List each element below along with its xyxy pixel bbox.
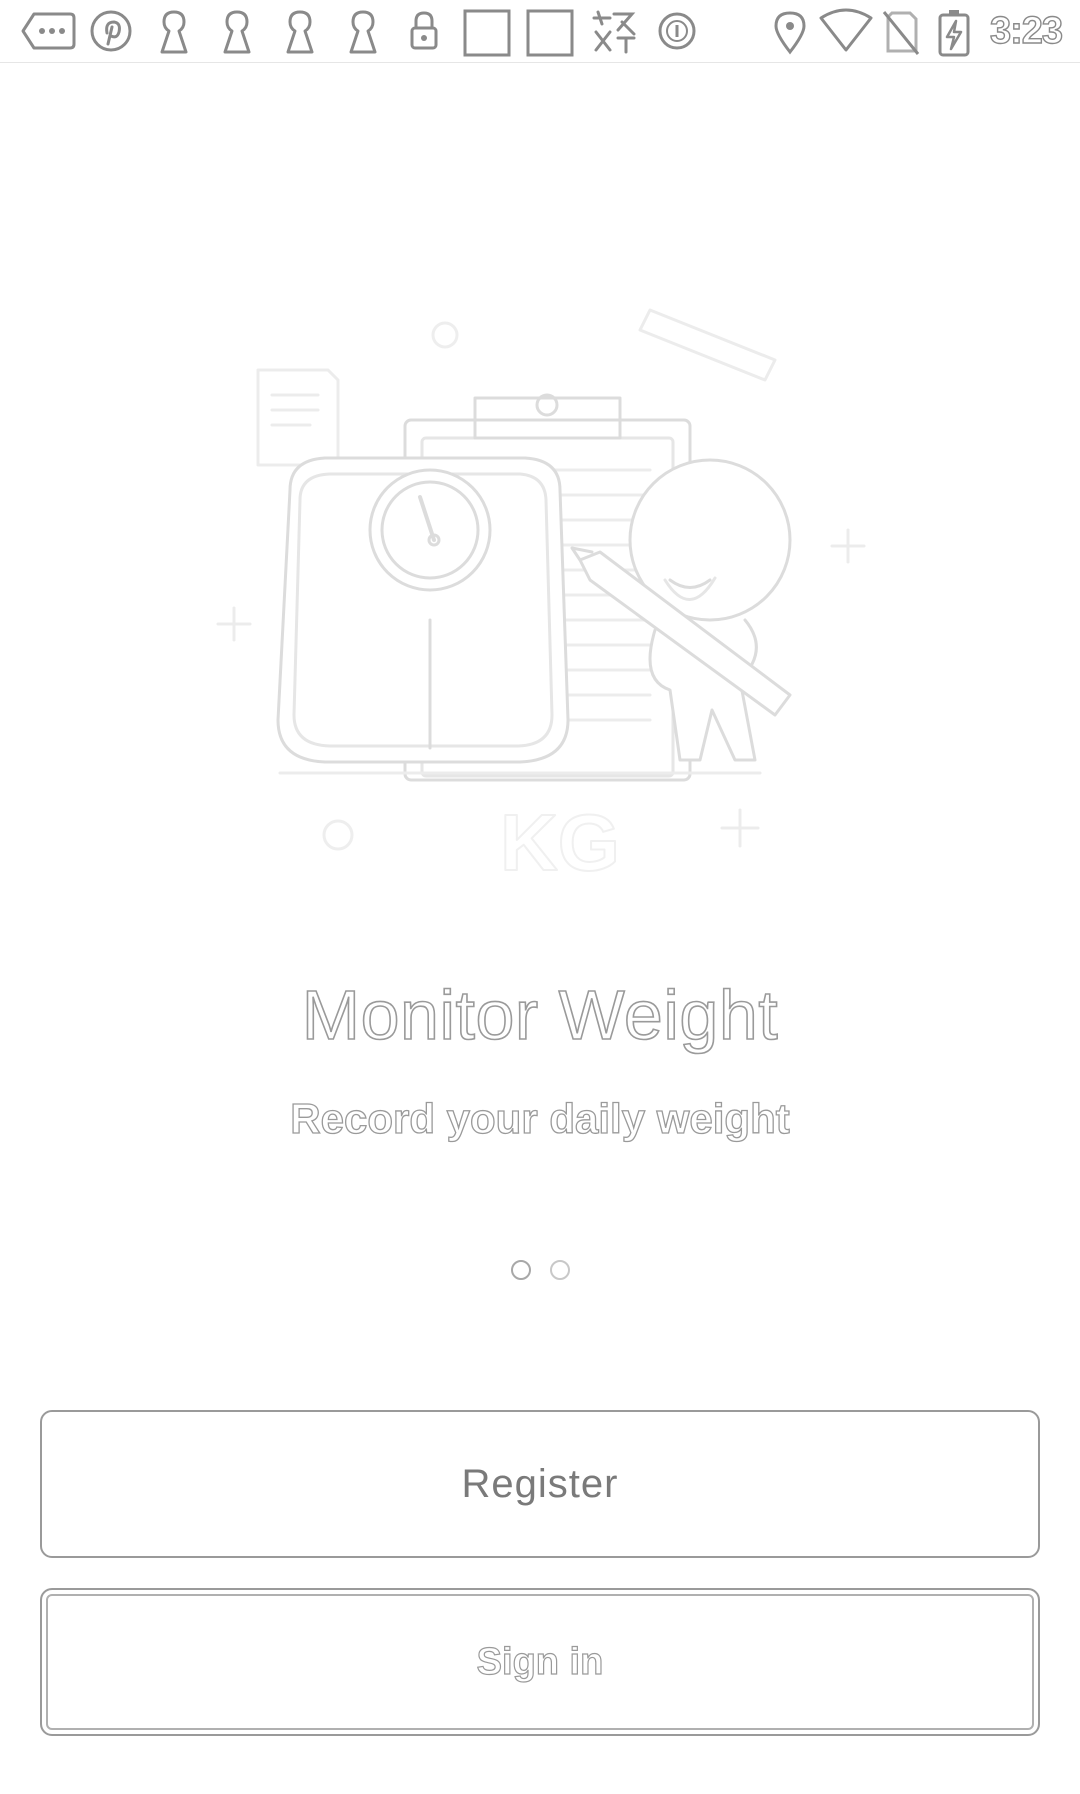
page-indicator xyxy=(0,1260,1080,1290)
page-dot-1[interactable] xyxy=(510,1260,531,1280)
page-dot-2[interactable] xyxy=(549,1260,570,1280)
keyhole-icon xyxy=(160,10,188,54)
screen: 3:23 KG Monitor Weight Record your daily… xyxy=(0,0,1080,1794)
sign-in-button[interactable]: Sign in xyxy=(40,1588,1040,1736)
blank-square-icon xyxy=(463,9,511,57)
status-bar: 3:23 xyxy=(0,0,1080,63)
weight-scale-illustration: KG xyxy=(216,308,866,888)
keyhole-icon xyxy=(223,10,251,54)
register-button[interactable]: Register xyxy=(40,1410,1040,1558)
keyhole-icon xyxy=(349,10,377,54)
onboarding-title: Monitor Weight xyxy=(301,975,779,1055)
svg-text:KG: KG xyxy=(500,798,620,887)
pinterest-icon xyxy=(90,10,132,52)
app-glyph-icon xyxy=(592,10,636,54)
keyhole-icon xyxy=(286,10,314,54)
circle-i-icon xyxy=(658,12,696,50)
lock-icon xyxy=(410,11,438,50)
wifi-icon xyxy=(819,8,873,52)
blank-square-icon xyxy=(526,9,574,57)
more-chat-icon xyxy=(21,12,76,50)
status-time: 3:23 xyxy=(989,9,1063,52)
location-icon xyxy=(774,11,806,55)
onboarding-subtitle: Record your daily weight xyxy=(290,1094,791,1142)
no-sim-icon xyxy=(882,11,920,55)
battery-charging-icon xyxy=(938,10,970,57)
